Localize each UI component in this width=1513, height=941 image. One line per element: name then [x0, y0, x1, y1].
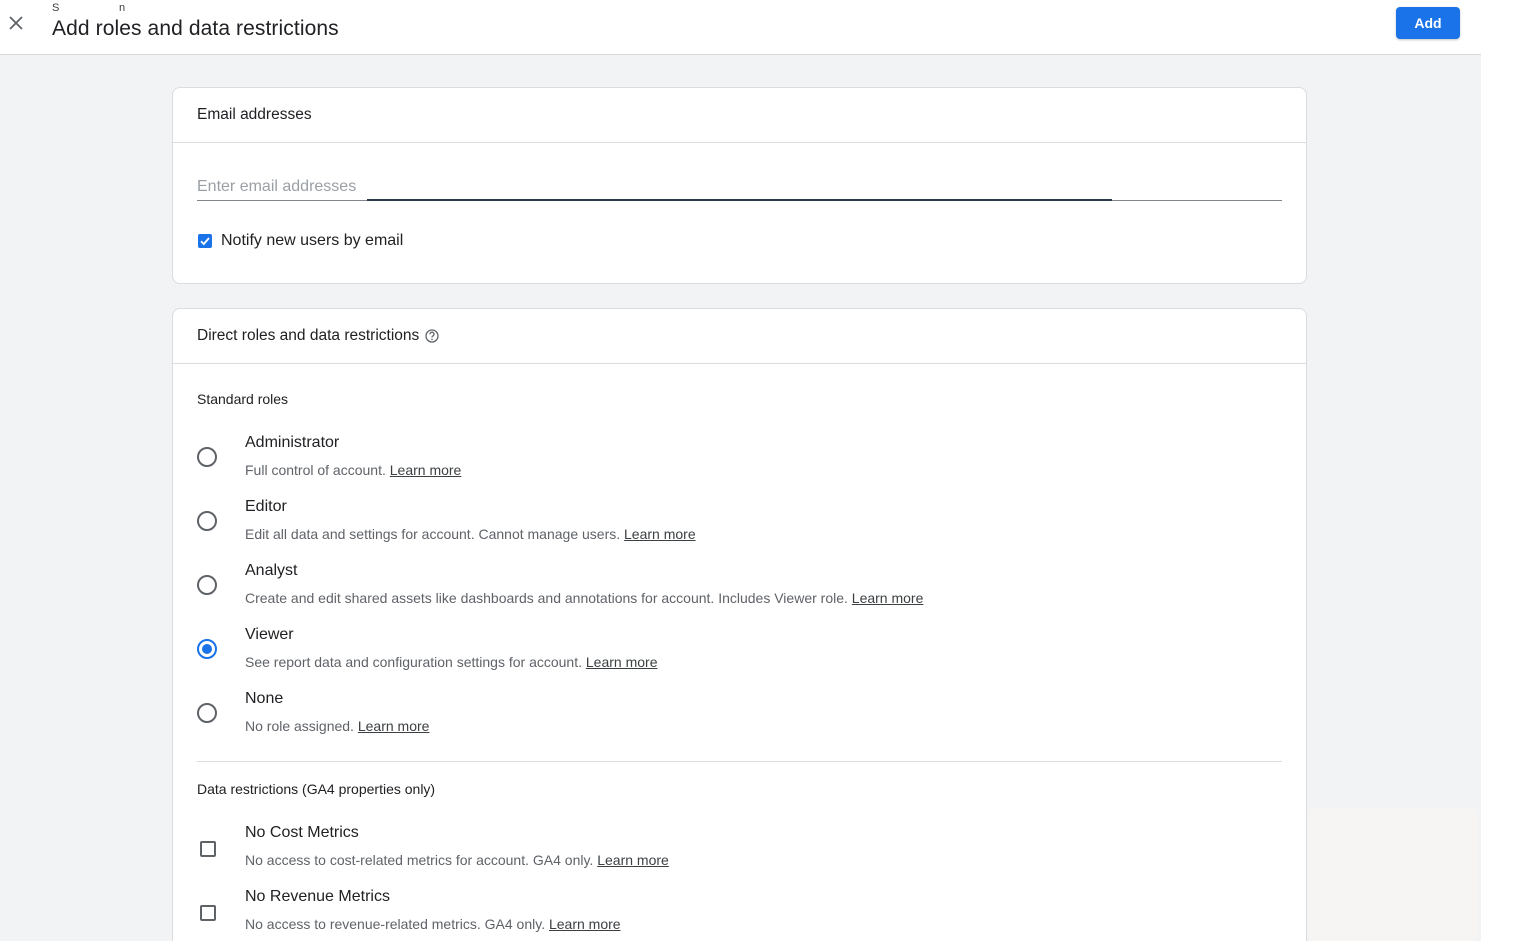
role-title: Editor — [245, 498, 287, 515]
learn-more-link[interactable]: Learn more — [390, 462, 462, 478]
checkbox-no-cost-metrics[interactable] — [200, 841, 216, 857]
radio-editor[interactable] — [197, 511, 217, 531]
roles-card: Direct roles and data restrictions Stand… — [172, 308, 1307, 941]
restriction-title: No Cost Metrics — [245, 824, 359, 841]
roles-card-title: Direct roles and data restrictions — [173, 309, 1306, 364]
role-title: Analyst — [245, 562, 298, 579]
role-desc-text: No role assigned. — [245, 718, 354, 734]
role-description: Full control of account. Learn more — [245, 462, 461, 478]
learn-more-link[interactable]: Learn more — [624, 526, 696, 542]
app-window: S n Add roles and data restrictions Add … — [0, 0, 1481, 941]
data-restrictions-label: Data restrictions (GA4 properties only) — [197, 781, 436, 797]
restriction-desc-text: No access to revenue-related metrics. GA… — [245, 916, 546, 932]
page-title: Add roles and data restrictions — [52, 17, 339, 40]
restriction-title: No Revenue Metrics — [245, 888, 390, 905]
section-divider — [197, 761, 1282, 762]
notify-checkbox[interactable] — [198, 234, 212, 248]
background-smudge — [1308, 808, 1478, 941]
restriction-desc-text: No access to cost-related metrics for ac… — [245, 852, 594, 868]
role-desc-text: Edit all data and settings for account. … — [245, 526, 621, 542]
notify-label: Notify new users by email — [221, 232, 404, 249]
learn-more-link[interactable]: Learn more — [586, 654, 658, 670]
roles-card-title-text: Direct roles and data restrictions — [197, 327, 420, 344]
role-desc-text: Full control of account. — [245, 462, 386, 478]
add-button[interactable]: Add — [1396, 7, 1460, 39]
role-title: None — [245, 690, 284, 707]
learn-more-link[interactable]: Learn more — [549, 916, 621, 932]
role-description: Create and edit shared assets like dashb… — [245, 590, 923, 606]
close-icon — [9, 16, 23, 30]
role-title: Administrator — [245, 434, 340, 451]
role-desc-text: See report data and configuration settin… — [245, 654, 582, 670]
email-card-title-text: Email addresses — [197, 106, 312, 123]
role-title: Viewer — [245, 626, 294, 643]
email-card-title: Email addresses — [173, 88, 1306, 143]
learn-more-link[interactable]: Learn more — [597, 852, 669, 868]
header-tiny-letter: S — [52, 2, 60, 14]
radio-administrator[interactable] — [197, 447, 217, 467]
restriction-description: No access to revenue-related metrics. GA… — [245, 916, 621, 932]
email-addresses-card: Email addresses Notify new users by emai… — [172, 87, 1307, 284]
role-desc-text: Create and edit shared assets like dashb… — [245, 590, 848, 606]
help-circle-icon[interactable] — [425, 329, 439, 343]
dialog-header: S n Add roles and data restrictions Add — [0, 0, 1481, 55]
learn-more-link[interactable]: Learn more — [358, 718, 430, 734]
window-edge — [1481, 0, 1513, 941]
header-tiny-letter: n — [119, 2, 126, 14]
restriction-description: No access to cost-related metrics for ac… — [245, 852, 669, 868]
standard-roles-label: Standard roles — [197, 391, 289, 407]
radio-analyst[interactable] — [197, 575, 217, 595]
role-description: See report data and configuration settin… — [245, 654, 657, 670]
close-button[interactable] — [4, 11, 28, 35]
check-icon — [200, 237, 210, 246]
checkbox-no-revenue-metrics[interactable] — [200, 905, 216, 921]
email-input[interactable] — [197, 174, 1282, 200]
email-field-container — [197, 174, 1282, 201]
learn-more-link[interactable]: Learn more — [852, 590, 924, 606]
role-description: Edit all data and settings for account. … — [245, 526, 696, 542]
email-input-focus-underline — [367, 199, 1112, 201]
radio-none[interactable] — [197, 703, 217, 723]
role-description: No role assigned. Learn more — [245, 718, 429, 734]
radio-viewer[interactable] — [197, 639, 217, 659]
